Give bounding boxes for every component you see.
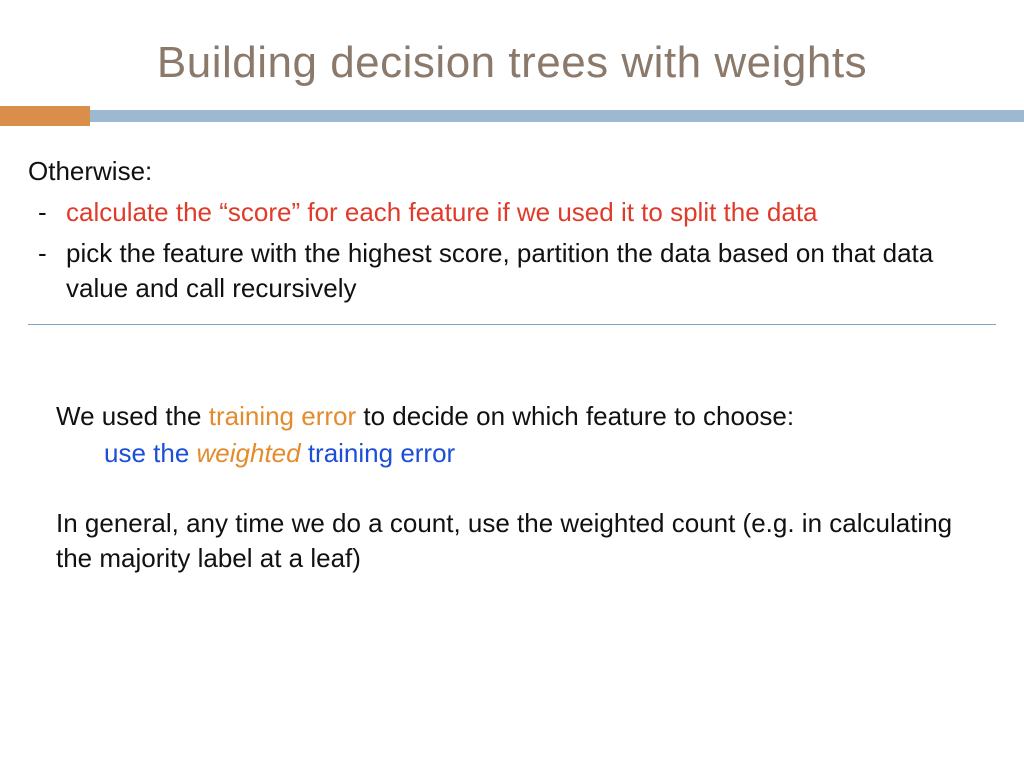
otherwise-label: Otherwise: [28,154,972,189]
paragraph-2: In general, any time we do a count, use … [56,506,968,576]
p1-part-a: We used the [56,401,209,431]
body-lower: We used the training error to decide on … [0,325,1024,575]
p2-part-a: use the [104,438,197,468]
bullet-1: - calculate the “score” for each feature… [28,195,972,230]
title-underline [0,106,1024,126]
paragraph-1: We used the training error to decide on … [56,399,968,434]
bullet-2-text: pick the feature with the highest score,… [66,236,972,306]
accent-bar-orange [0,106,90,126]
accent-bar-blue [90,110,1024,122]
slide-title: Building decision trees with weights [0,0,1024,88]
dash-icon: - [38,195,66,230]
p2-highlight: weighted [197,438,301,468]
paragraph-1-sub: use the weighted training error [56,436,968,471]
bullet-2: - pick the feature with the highest scor… [28,236,972,306]
dash-icon: - [38,236,66,306]
p1-highlight: training error [209,401,356,431]
slide: Building decision trees with weights Oth… [0,0,1024,768]
body-upper: Otherwise: - calculate the “score” for e… [0,126,1024,306]
p1-part-c: to decide on which feature to choose: [356,401,794,431]
p2-part-c: training error [301,438,456,468]
bullet-1-text: calculate the “score” for each feature i… [66,195,972,230]
